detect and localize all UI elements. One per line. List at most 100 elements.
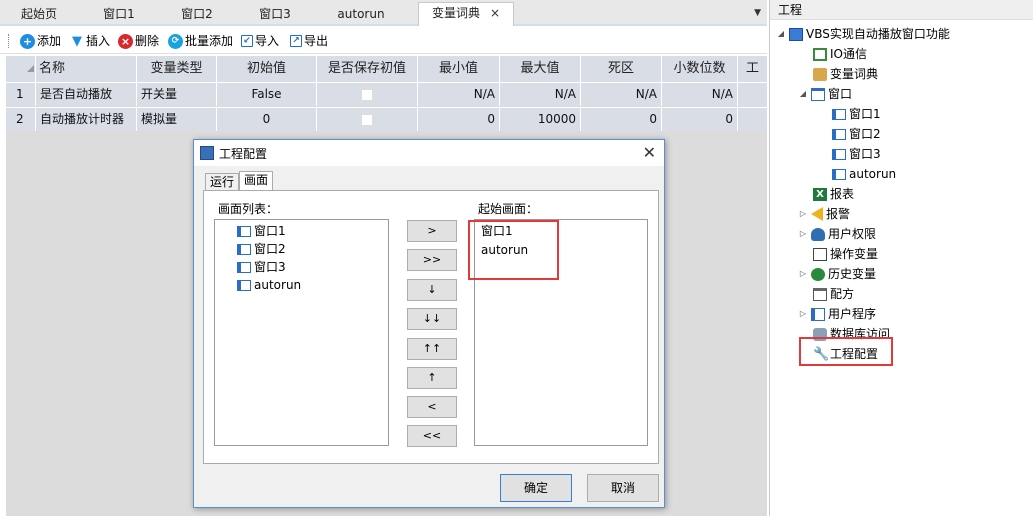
move-bottom-button[interactable]: ↓↓ — [407, 308, 457, 330]
cell-name[interactable]: 自动播放计时器 — [36, 108, 137, 131]
tree-label: 历史变量 — [828, 267, 877, 281]
cell-min[interactable]: 0 — [418, 108, 500, 131]
column-header-more[interactable]: 工 — [738, 56, 767, 82]
project-panel: 工程 ◢ VBS实现自动播放窗口功能 IO通信 变量词典 ◢ 窗口 窗口1 窗口2 … — [769, 0, 1033, 516]
column-header-max[interactable]: 最大值 — [500, 56, 581, 82]
cell-min[interactable]: N/A — [418, 83, 500, 106]
list-item[interactable]: 窗口2 — [237, 240, 286, 258]
insert-button[interactable]: ▼ 插入 — [70, 31, 110, 51]
tree-item-window2[interactable]: 窗口2 — [832, 124, 881, 144]
add-button[interactable]: + 添加 — [20, 31, 61, 51]
ok-button[interactable]: 确定 — [500, 474, 572, 502]
cell-deadband[interactable]: N/A — [581, 83, 662, 106]
move-all-left-button[interactable]: << — [407, 425, 457, 447]
column-header-initial[interactable]: 初始值 — [217, 56, 317, 82]
screen-listbox[interactable]: 窗口1 窗口2 窗口3 autorun — [214, 219, 389, 446]
move-up-button[interactable]: ↑ — [407, 367, 457, 389]
tree-label: 用户程序 — [828, 307, 877, 321]
list-item[interactable]: 窗口1 — [237, 222, 286, 240]
cell-initial[interactable]: False — [217, 83, 317, 106]
tree-item-operate-variable[interactable]: 操作变量 — [813, 244, 878, 264]
window-icon — [237, 225, 251, 237]
tab-autorun[interactable]: autorun — [325, 4, 397, 26]
tree-item-io[interactable]: IO通信 — [813, 44, 867, 64]
tab-window3[interactable]: 窗口3 — [244, 4, 306, 26]
tab-variable-dictionary[interactable]: 变量词典 × — [418, 2, 514, 26]
move-all-right-button[interactable]: >> — [407, 249, 457, 271]
table-row[interactable]: 2 自动播放计时器 模拟量 0 0 10000 0 0 — [6, 107, 767, 131]
close-icon[interactable]: × — [490, 6, 500, 20]
tree-label: 变量词典 — [830, 67, 879, 81]
move-right-button[interactable]: > — [407, 220, 457, 242]
collapsed-icon[interactable]: ▷ — [798, 224, 808, 244]
checkbox[interactable] — [361, 113, 373, 126]
tree-item-variable-dictionary[interactable]: 变量词典 — [813, 64, 878, 84]
delete-button[interactable]: × 删除 — [118, 31, 159, 51]
cell-deadband[interactable]: 0 — [581, 108, 662, 131]
tab-window2[interactable]: 窗口2 — [166, 4, 228, 26]
tab-start-page[interactable]: 起始页 — [8, 4, 70, 26]
tree-item-alarm[interactable]: ▷ 报警 — [798, 204, 850, 224]
tab-screen[interactable]: 画面 — [239, 171, 274, 191]
collapsed-icon[interactable]: ▷ — [798, 264, 808, 284]
cell-type[interactable]: 开关量 — [137, 83, 217, 106]
cell-max[interactable]: N/A — [500, 83, 581, 106]
window-icon — [832, 168, 846, 180]
tree-item-autorun[interactable]: autorun — [832, 164, 896, 184]
tree-label: IO通信 — [830, 47, 867, 61]
project-config-dialog: 工程配置 ✕ 运行 画面 画面列表： 起始画面： 窗口1 窗口2 窗口3 aut… — [193, 139, 665, 508]
checkbox[interactable] — [361, 88, 373, 101]
tree-item-windows[interactable]: ◢ 窗口 — [798, 84, 852, 104]
expanded-icon[interactable]: ◢ — [798, 84, 808, 104]
toolbar: + 添加 ▼ 插入 × 删除 ⟳ 批量添加 ↙ 导入 ↗ 导出 — [0, 28, 767, 54]
close-icon[interactable]: ✕ — [643, 143, 656, 162]
io-icon — [813, 47, 827, 61]
column-header-decimals[interactable]: 小数位数 — [662, 56, 738, 82]
cell-name[interactable]: 是否自动播放 — [36, 83, 137, 106]
cell-save-initial[interactable] — [317, 108, 418, 131]
cell-max[interactable]: 10000 — [500, 108, 581, 131]
table-row[interactable]: 1 是否自动播放 开关量 False N/A N/A N/A N/A — [6, 82, 767, 106]
column-header-name[interactable]: 名称 — [36, 56, 137, 82]
cancel-button[interactable]: 取消 — [587, 474, 659, 502]
import-button[interactable]: ↙ 导入 — [241, 31, 279, 51]
expanded-icon[interactable]: ◢ — [776, 24, 786, 44]
tree-label: VBS实现自动播放窗口功能 — [806, 27, 950, 41]
window-icon — [237, 243, 251, 255]
tree-item-report[interactable]: X 报表 — [813, 184, 854, 204]
tree-item-window3[interactable]: 窗口3 — [832, 144, 881, 164]
cell-decimals[interactable]: N/A — [662, 83, 738, 106]
batch-add-button[interactable]: ⟳ 批量添加 — [168, 31, 233, 51]
column-header-deadband[interactable]: 死区 — [581, 56, 662, 82]
cell-initial[interactable]: 0 — [217, 108, 317, 131]
tab-label: 变量词典 — [431, 6, 480, 20]
tree-label: 窗口3 — [849, 147, 881, 161]
tab-run[interactable]: 运行 — [205, 173, 240, 191]
column-header-min[interactable]: 最小值 — [418, 56, 500, 82]
list-item[interactable]: 窗口3 — [237, 258, 286, 276]
add-label: 添加 — [37, 34, 62, 48]
cell-decimals[interactable]: 0 — [662, 108, 738, 131]
column-header-save-initial[interactable]: 是否保存初值 — [317, 56, 418, 82]
list-item[interactable]: autorun — [237, 276, 301, 294]
tree-item-user-program[interactable]: ▷ 用户程序 — [798, 304, 876, 324]
tab-window1[interactable]: 窗口1 — [88, 4, 150, 26]
cell-save-initial[interactable] — [317, 83, 418, 106]
export-button[interactable]: ↗ 导出 — [290, 31, 328, 51]
program-icon — [811, 307, 825, 321]
column-header-type[interactable]: 变量类型 — [137, 56, 217, 82]
move-left-button[interactable]: < — [407, 396, 457, 418]
tree-item-history-variable[interactable]: ▷ 历史变量 — [798, 264, 876, 284]
collapsed-icon[interactable]: ▷ — [798, 204, 808, 224]
cell-type[interactable]: 模拟量 — [137, 108, 217, 131]
collapsed-icon[interactable]: ▷ — [798, 304, 808, 324]
chevron-down-icon[interactable]: ▼ — [754, 8, 761, 18]
tree-item-user-permission[interactable]: ▷ 用户权限 — [798, 224, 876, 244]
move-top-button[interactable]: ↑↑ — [407, 338, 457, 360]
tree-label: 窗口 — [828, 87, 853, 101]
move-down-button[interactable]: ↓ — [407, 279, 457, 301]
list-item-label: 窗口1 — [254, 224, 286, 238]
tree-item-project[interactable]: ◢ VBS实现自动播放窗口功能 — [776, 24, 950, 44]
tree-item-recipe[interactable]: 配方 — [813, 284, 854, 304]
tree-item-window1[interactable]: 窗口1 — [832, 104, 881, 124]
